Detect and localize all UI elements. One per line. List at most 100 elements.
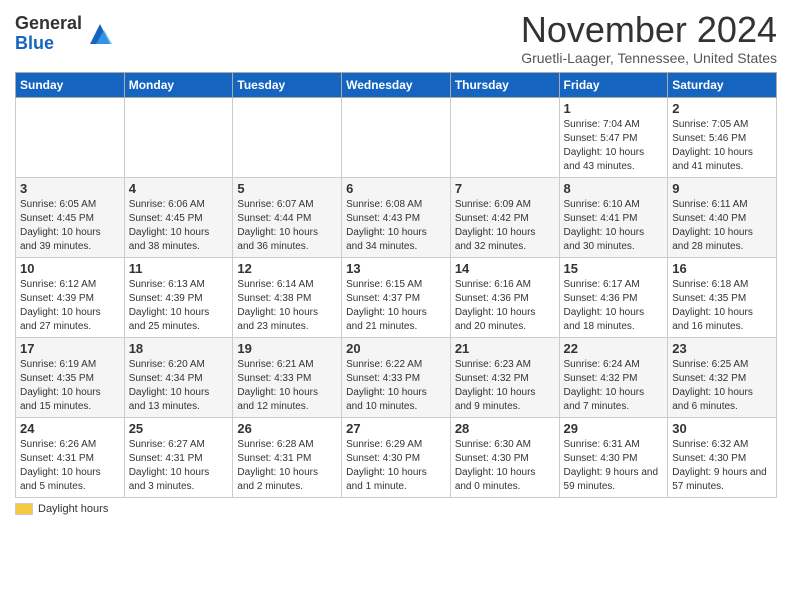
day-info: Sunrise: 6:10 AM Sunset: 4:41 PM Dayligh… xyxy=(564,198,664,254)
day-number: 21 xyxy=(455,341,555,356)
day-number: 22 xyxy=(564,341,664,356)
day-info: Sunrise: 6:11 AM Sunset: 4:40 PM Dayligh… xyxy=(672,198,772,254)
title-block: November 2024 Gruetli-Laager, Tennessee,… xyxy=(521,10,777,66)
day-number: 4 xyxy=(129,181,229,196)
location: Gruetli-Laager, Tennessee, United States xyxy=(521,50,777,66)
calendar-day: 26 Sunrise: 6:28 AM Sunset: 4:31 PM Dayli… xyxy=(233,417,342,497)
calendar-day: 4 Sunrise: 6:06 AM Sunset: 4:45 PM Daylig… xyxy=(124,177,233,257)
day-number: 25 xyxy=(129,421,229,436)
calendar-day: 2Sunrise: 7:05 AM Sunset: 5:46 PM Daylig… xyxy=(668,97,777,177)
logo-text: General Blue xyxy=(15,14,82,54)
th-friday: Friday xyxy=(559,72,668,97)
day-info: Sunrise: 6:14 AM Sunset: 4:38 PM Dayligh… xyxy=(237,278,337,334)
day-number: 20 xyxy=(346,341,446,356)
day-number: 2 xyxy=(672,101,772,116)
calendar-day: 27 Sunrise: 6:29 AM Sunset: 4:30 PM Dayli… xyxy=(342,417,451,497)
day-number: 16 xyxy=(672,261,772,276)
calendar-day: 25 Sunrise: 6:27 AM Sunset: 4:31 PM Dayli… xyxy=(124,417,233,497)
calendar-day: 11Sunrise: 6:13 AM Sunset: 4:39 PM Dayli… xyxy=(124,257,233,337)
calendar-day: 17 Sunrise: 6:19 AM Sunset: 4:35 PM Dayli… xyxy=(16,337,125,417)
calendar-week-5: 24Sunrise: 6:26 AM Sunset: 4:31 PM Dayli… xyxy=(16,417,777,497)
calendar-day: 12Sunrise: 6:14 AM Sunset: 4:38 PM Dayli… xyxy=(233,257,342,337)
day-number: 23 xyxy=(672,341,772,356)
day-number: 8 xyxy=(564,181,664,196)
calendar-day: 1Sunrise: 7:04 AM Sunset: 5:47 PM Daylig… xyxy=(559,97,668,177)
header-row: Sunday Monday Tuesday Wednesday Thursday… xyxy=(16,72,777,97)
day-number: 14 xyxy=(455,261,555,276)
header-area: General Blue November 2024 Gruetli-Laage… xyxy=(15,10,777,66)
day-number: 29 xyxy=(564,421,664,436)
day-info: Sunrise: 6:32 AM Sunset: 4:30 PM Dayligh… xyxy=(672,438,772,494)
day-number: 28 xyxy=(455,421,555,436)
day-info: Sunrise: 6:27 AM Sunset: 4:31 PM Dayligh… xyxy=(129,438,229,494)
day-info: Sunrise: 6:21 AM Sunset: 4:33 PM Dayligh… xyxy=(237,358,337,414)
calendar-day: 7Sunrise: 6:09 AM Sunset: 4:42 PM Daylig… xyxy=(450,177,559,257)
calendar-day: 16Sunrise: 6:18 AM Sunset: 4:35 PM Dayli… xyxy=(668,257,777,337)
calendar-day: 22Sunrise: 6:24 AM Sunset: 4:32 PM Dayli… xyxy=(559,337,668,417)
day-info: Sunrise: 6:08 AM Sunset: 4:43 PM Dayligh… xyxy=(346,198,446,254)
calendar-day: 3 Sunrise: 6:05 AM Sunset: 4:45 PM Daylig… xyxy=(16,177,125,257)
day-number: 27 xyxy=(346,421,446,436)
month-title: November 2024 xyxy=(521,10,777,50)
day-info: Sunrise: 6:23 AM Sunset: 4:32 PM Dayligh… xyxy=(455,358,555,414)
day-info: Sunrise: 6:07 AM Sunset: 4:44 PM Dayligh… xyxy=(237,198,337,254)
calendar-day: 15 Sunrise: 6:17 AM Sunset: 4:36 PM Dayli… xyxy=(559,257,668,337)
day-info: Sunrise: 6:13 AM Sunset: 4:39 PM Dayligh… xyxy=(129,278,229,334)
th-saturday: Saturday xyxy=(668,72,777,97)
calendar-day: 30 Sunrise: 6:32 AM Sunset: 4:30 PM Dayli… xyxy=(668,417,777,497)
logo: General Blue xyxy=(15,14,114,54)
day-number: 24 xyxy=(20,421,120,436)
day-number: 30 xyxy=(672,421,772,436)
day-info: Sunrise: 6:29 AM Sunset: 4:30 PM Dayligh… xyxy=(346,438,446,494)
calendar-day: 5Sunrise: 6:07 AM Sunset: 4:44 PM Daylig… xyxy=(233,177,342,257)
day-number: 13 xyxy=(346,261,446,276)
calendar-header: Sunday Monday Tuesday Wednesday Thursday… xyxy=(16,72,777,97)
day-number: 6 xyxy=(346,181,446,196)
day-info: Sunrise: 6:31 AM Sunset: 4:30 PM Dayligh… xyxy=(564,438,664,494)
calendar-day xyxy=(342,97,451,177)
calendar-week-4: 17 Sunrise: 6:19 AM Sunset: 4:35 PM Dayli… xyxy=(16,337,777,417)
calendar-week-3: 10 Sunrise: 6:12 AM Sunset: 4:39 PM Dayli… xyxy=(16,257,777,337)
calendar-body: 1Sunrise: 7:04 AM Sunset: 5:47 PM Daylig… xyxy=(16,97,777,497)
calendar-day: 13 Sunrise: 6:15 AM Sunset: 4:37 PM Dayli… xyxy=(342,257,451,337)
day-info: Sunrise: 6:05 AM Sunset: 4:45 PM Dayligh… xyxy=(20,198,120,254)
logo-general: General xyxy=(15,13,82,33)
th-wednesday: Wednesday xyxy=(342,72,451,97)
calendar-day: 6 Sunrise: 6:08 AM Sunset: 4:43 PM Daylig… xyxy=(342,177,451,257)
footer: Daylight hours xyxy=(15,503,777,515)
day-info: Sunrise: 6:12 AM Sunset: 4:39 PM Dayligh… xyxy=(20,278,120,334)
calendar-week-2: 3 Sunrise: 6:05 AM Sunset: 4:45 PM Daylig… xyxy=(16,177,777,257)
calendar-day: 14Sunrise: 6:16 AM Sunset: 4:36 PM Dayli… xyxy=(450,257,559,337)
th-sunday: Sunday xyxy=(16,72,125,97)
day-info: Sunrise: 6:19 AM Sunset: 4:35 PM Dayligh… xyxy=(20,358,120,414)
day-number: 10 xyxy=(20,261,120,276)
day-number: 15 xyxy=(564,261,664,276)
logo-icon xyxy=(86,20,114,48)
page: General Blue November 2024 Gruetli-Laage… xyxy=(0,0,792,525)
day-number: 26 xyxy=(237,421,337,436)
day-number: 19 xyxy=(237,341,337,356)
calendar-day: 28 Sunrise: 6:30 AM Sunset: 4:30 PM Dayli… xyxy=(450,417,559,497)
day-number: 17 xyxy=(20,341,120,356)
day-info: Sunrise: 6:06 AM Sunset: 4:45 PM Dayligh… xyxy=(129,198,229,254)
day-info: Sunrise: 6:30 AM Sunset: 4:30 PM Dayligh… xyxy=(455,438,555,494)
day-info: Sunrise: 6:20 AM Sunset: 4:34 PM Dayligh… xyxy=(129,358,229,414)
day-info: Sunrise: 7:04 AM Sunset: 5:47 PM Dayligh… xyxy=(564,118,664,174)
daylight-swatch xyxy=(15,503,33,515)
th-monday: Monday xyxy=(124,72,233,97)
day-number: 3 xyxy=(20,181,120,196)
day-number: 7 xyxy=(455,181,555,196)
calendar-table: Sunday Monday Tuesday Wednesday Thursday… xyxy=(15,72,777,498)
calendar-day: 21 Sunrise: 6:23 AM Sunset: 4:32 PM Dayli… xyxy=(450,337,559,417)
calendar-day: 20 Sunrise: 6:22 AM Sunset: 4:33 PM Dayli… xyxy=(342,337,451,417)
day-info: Sunrise: 6:25 AM Sunset: 4:32 PM Dayligh… xyxy=(672,358,772,414)
daylight-label: Daylight hours xyxy=(38,503,108,515)
day-info: Sunrise: 6:22 AM Sunset: 4:33 PM Dayligh… xyxy=(346,358,446,414)
day-info: Sunrise: 6:15 AM Sunset: 4:37 PM Dayligh… xyxy=(346,278,446,334)
day-number: 18 xyxy=(129,341,229,356)
calendar-day xyxy=(450,97,559,177)
calendar-day: 24Sunrise: 6:26 AM Sunset: 4:31 PM Dayli… xyxy=(16,417,125,497)
calendar-day: 23 Sunrise: 6:25 AM Sunset: 4:32 PM Dayli… xyxy=(668,337,777,417)
day-info: Sunrise: 6:28 AM Sunset: 4:31 PM Dayligh… xyxy=(237,438,337,494)
day-info: Sunrise: 6:17 AM Sunset: 4:36 PM Dayligh… xyxy=(564,278,664,334)
